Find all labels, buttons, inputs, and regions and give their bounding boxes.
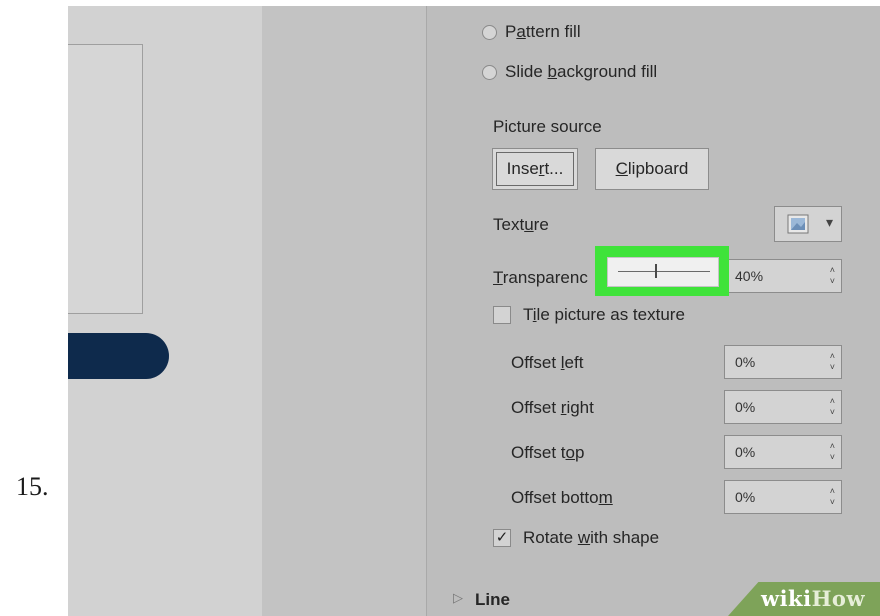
slide-shape[interactable]	[68, 333, 169, 379]
slide-thumbnail[interactable]	[68, 44, 143, 314]
spin-down-icon[interactable]: ˅	[830, 276, 835, 286]
transparency-percent-spinner[interactable]: 40% ˄ ˅	[724, 259, 842, 293]
rotate-with-shape-checkbox[interactable]: ✓	[493, 529, 511, 547]
powerpoint-screenshot: Pattern fill Slide background fill Pictu…	[68, 6, 880, 616]
chevron-down-icon: ▾	[825, 214, 833, 230]
offset-bottom-spinner[interactable]: 0% ˄ ˅	[724, 480, 842, 514]
pattern-fill-radio[interactable]	[482, 25, 497, 40]
workspace-gap	[262, 6, 426, 616]
expand-arrow-icon[interactable]: ▷	[453, 590, 463, 606]
spin-up-icon[interactable]: ˄	[830, 396, 835, 406]
transparency-label: Transparenc	[493, 268, 588, 287]
slider-thumb[interactable]	[654, 264, 657, 278]
step-number: 15.	[16, 472, 49, 501]
line-section-header[interactable]: Line	[475, 590, 510, 610]
wikihow-logo: wikiHow	[761, 586, 866, 611]
spin-down-icon[interactable]: ˅	[830, 452, 835, 462]
offset-bottom-label: Offset bottom	[511, 488, 613, 507]
texture-dropdown[interactable]: ▾	[774, 206, 842, 242]
spin-down-icon[interactable]: ˅	[830, 497, 835, 507]
offset-right-label: Offset right	[511, 398, 594, 417]
picture-source-label: Picture source	[493, 117, 602, 136]
format-background-panel: Pattern fill Slide background fill Pictu…	[426, 6, 880, 616]
texture-label: Texture	[493, 215, 549, 234]
spin-up-icon[interactable]: ˄	[830, 265, 835, 275]
offset-top-spinner[interactable]: 0% ˄ ˅	[724, 435, 842, 469]
clipboard-button[interactable]: Clipboard	[595, 148, 709, 190]
offset-top-label: Offset top	[511, 443, 585, 462]
spin-down-icon[interactable]: ˅	[830, 362, 835, 372]
tile-picture-label: Tile picture as texture	[523, 305, 685, 324]
slide-background-fill-radio[interactable]	[482, 65, 497, 80]
slide-area	[68, 6, 262, 616]
insert-button[interactable]: Inse r t...	[492, 148, 578, 190]
transparency-slider[interactable]	[607, 257, 719, 287]
offset-right-spinner[interactable]: 0% ˄ ˅	[724, 390, 842, 424]
spin-down-icon[interactable]: ˅	[830, 407, 835, 417]
offset-left-label: Offset left	[511, 353, 584, 372]
spin-up-icon[interactable]: ˄	[830, 351, 835, 361]
pattern-fill-label: Pattern fill	[505, 22, 581, 41]
tile-picture-checkbox[interactable]	[493, 306, 511, 324]
offset-left-spinner[interactable]: 0% ˄ ˅	[724, 345, 842, 379]
spin-up-icon[interactable]: ˄	[830, 486, 835, 496]
rotate-with-shape-label: Rotate with shape	[523, 528, 660, 547]
slider-track	[618, 271, 710, 272]
slide-background-fill-label: Slide background fill	[505, 62, 658, 81]
spin-up-icon[interactable]: ˄	[830, 441, 835, 451]
texture-picture-icon	[787, 214, 809, 234]
